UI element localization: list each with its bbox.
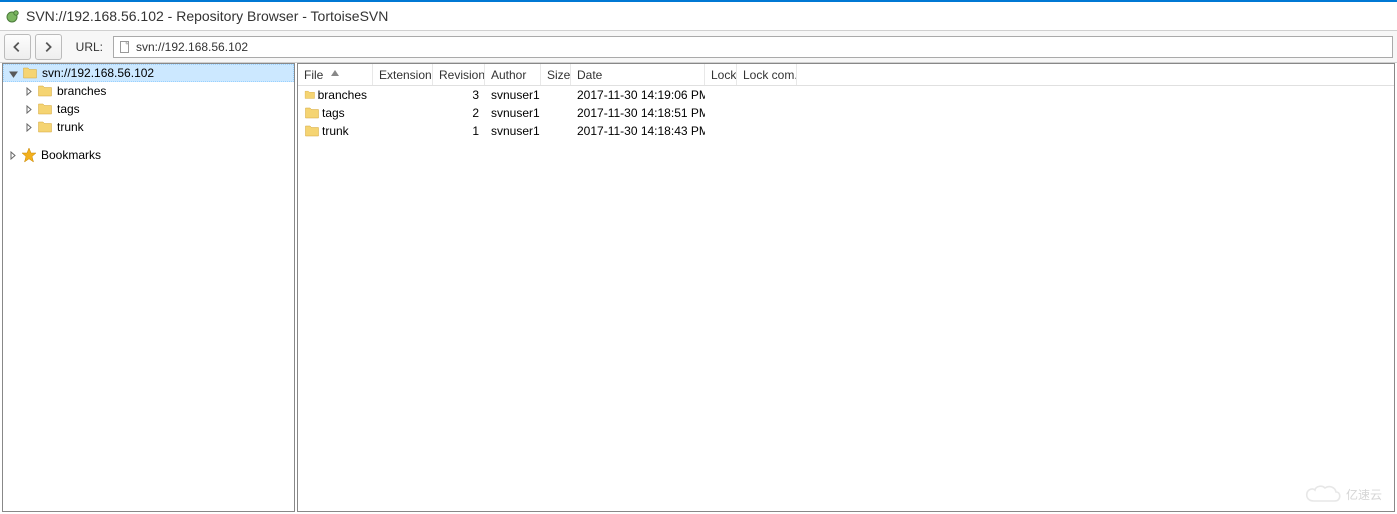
forward-button[interactable] xyxy=(35,34,62,60)
list-row[interactable]: tags 2 svnuser1 2017-11-30 14:18:51 PM xyxy=(298,104,1394,122)
arrow-left-icon xyxy=(10,40,24,54)
tree-item-label: branches xyxy=(57,84,106,98)
tree-item-branches[interactable]: branches xyxy=(3,82,294,100)
cell-date: 2017-11-30 14:18:43 PM xyxy=(571,124,705,138)
cell-revision: 2 xyxy=(433,106,485,120)
tree-item-trunk[interactable]: trunk xyxy=(3,118,294,136)
window-title: SVN://192.168.56.102 - Repository Browse… xyxy=(26,8,388,24)
list-row[interactable]: trunk 1 svnuser1 2017-11-30 14:18:43 PM xyxy=(298,122,1394,140)
arrow-right-icon xyxy=(41,40,55,54)
folder-icon xyxy=(22,65,38,81)
chevron-right-icon[interactable] xyxy=(5,148,19,162)
star-icon xyxy=(21,147,37,163)
chevron-right-icon[interactable] xyxy=(21,102,35,116)
chevron-right-icon[interactable] xyxy=(21,84,35,98)
tree-bookmarks-label: Bookmarks xyxy=(41,148,101,162)
tree-root-label: svn://192.168.56.102 xyxy=(42,66,154,80)
watermark: 亿速云 xyxy=(1304,483,1382,505)
tree-item-label: trunk xyxy=(57,120,84,134)
column-header-date[interactable]: Date xyxy=(571,64,705,85)
list-pane[interactable]: File Extension Revision Author Size Date… xyxy=(297,63,1395,512)
toolbar: URL: svn://192.168.56.102 xyxy=(0,31,1397,63)
tree-root[interactable]: svn://192.168.56.102 xyxy=(3,64,294,82)
cloud-icon xyxy=(1304,483,1342,505)
titlebar: SVN://192.168.56.102 - Repository Browse… xyxy=(0,2,1397,30)
column-header-size[interactable]: Size xyxy=(541,64,571,85)
folder-icon xyxy=(37,83,53,99)
cell-revision: 1 xyxy=(433,124,485,138)
url-input[interactable]: svn://192.168.56.102 xyxy=(113,36,1393,58)
tree-item-tags[interactable]: tags xyxy=(3,100,294,118)
folder-icon xyxy=(37,119,53,135)
column-header-extension[interactable]: Extension xyxy=(373,64,433,85)
column-header-author[interactable]: Author xyxy=(485,64,541,85)
column-header-file[interactable]: File xyxy=(298,64,373,85)
tree-item-bookmarks[interactable]: Bookmarks xyxy=(3,146,294,164)
column-header-lock[interactable]: Lock xyxy=(705,64,737,85)
folder-icon xyxy=(304,123,320,139)
folder-icon xyxy=(304,105,320,121)
column-header-lockcom[interactable]: Lock com... xyxy=(737,64,797,85)
folder-icon xyxy=(304,87,316,103)
sort-ascending-icon xyxy=(331,65,339,79)
folder-icon xyxy=(37,101,53,117)
cell-author: svnuser1 xyxy=(485,106,541,120)
cell-file: trunk xyxy=(322,124,349,138)
content-area: svn://192.168.56.102 branches tags xyxy=(0,63,1397,514)
cell-author: svnuser1 xyxy=(485,88,541,102)
tortoisesvn-icon xyxy=(4,8,20,24)
document-icon xyxy=(118,40,132,54)
list-row[interactable]: branches 3 svnuser1 2017-11-30 14:19:06 … xyxy=(298,86,1394,104)
column-header-revision[interactable]: Revision xyxy=(433,64,485,85)
cell-date: 2017-11-30 14:18:51 PM xyxy=(571,106,705,120)
tree-pane[interactable]: svn://192.168.56.102 branches tags xyxy=(2,63,295,512)
chevron-right-icon[interactable] xyxy=(21,120,35,134)
cell-author: svnuser1 xyxy=(485,124,541,138)
chevron-down-icon[interactable] xyxy=(6,66,20,80)
url-label: URL: xyxy=(76,40,103,54)
cell-file: branches xyxy=(318,88,367,102)
cell-date: 2017-11-30 14:19:06 PM xyxy=(571,88,705,102)
back-button[interactable] xyxy=(4,34,31,60)
tree-item-label: tags xyxy=(57,102,80,116)
cell-file: tags xyxy=(322,106,345,120)
list-header: File Extension Revision Author Size Date… xyxy=(298,64,1394,86)
url-value: svn://192.168.56.102 xyxy=(136,40,248,54)
watermark-text: 亿速云 xyxy=(1346,486,1382,503)
cell-revision: 3 xyxy=(433,88,485,102)
